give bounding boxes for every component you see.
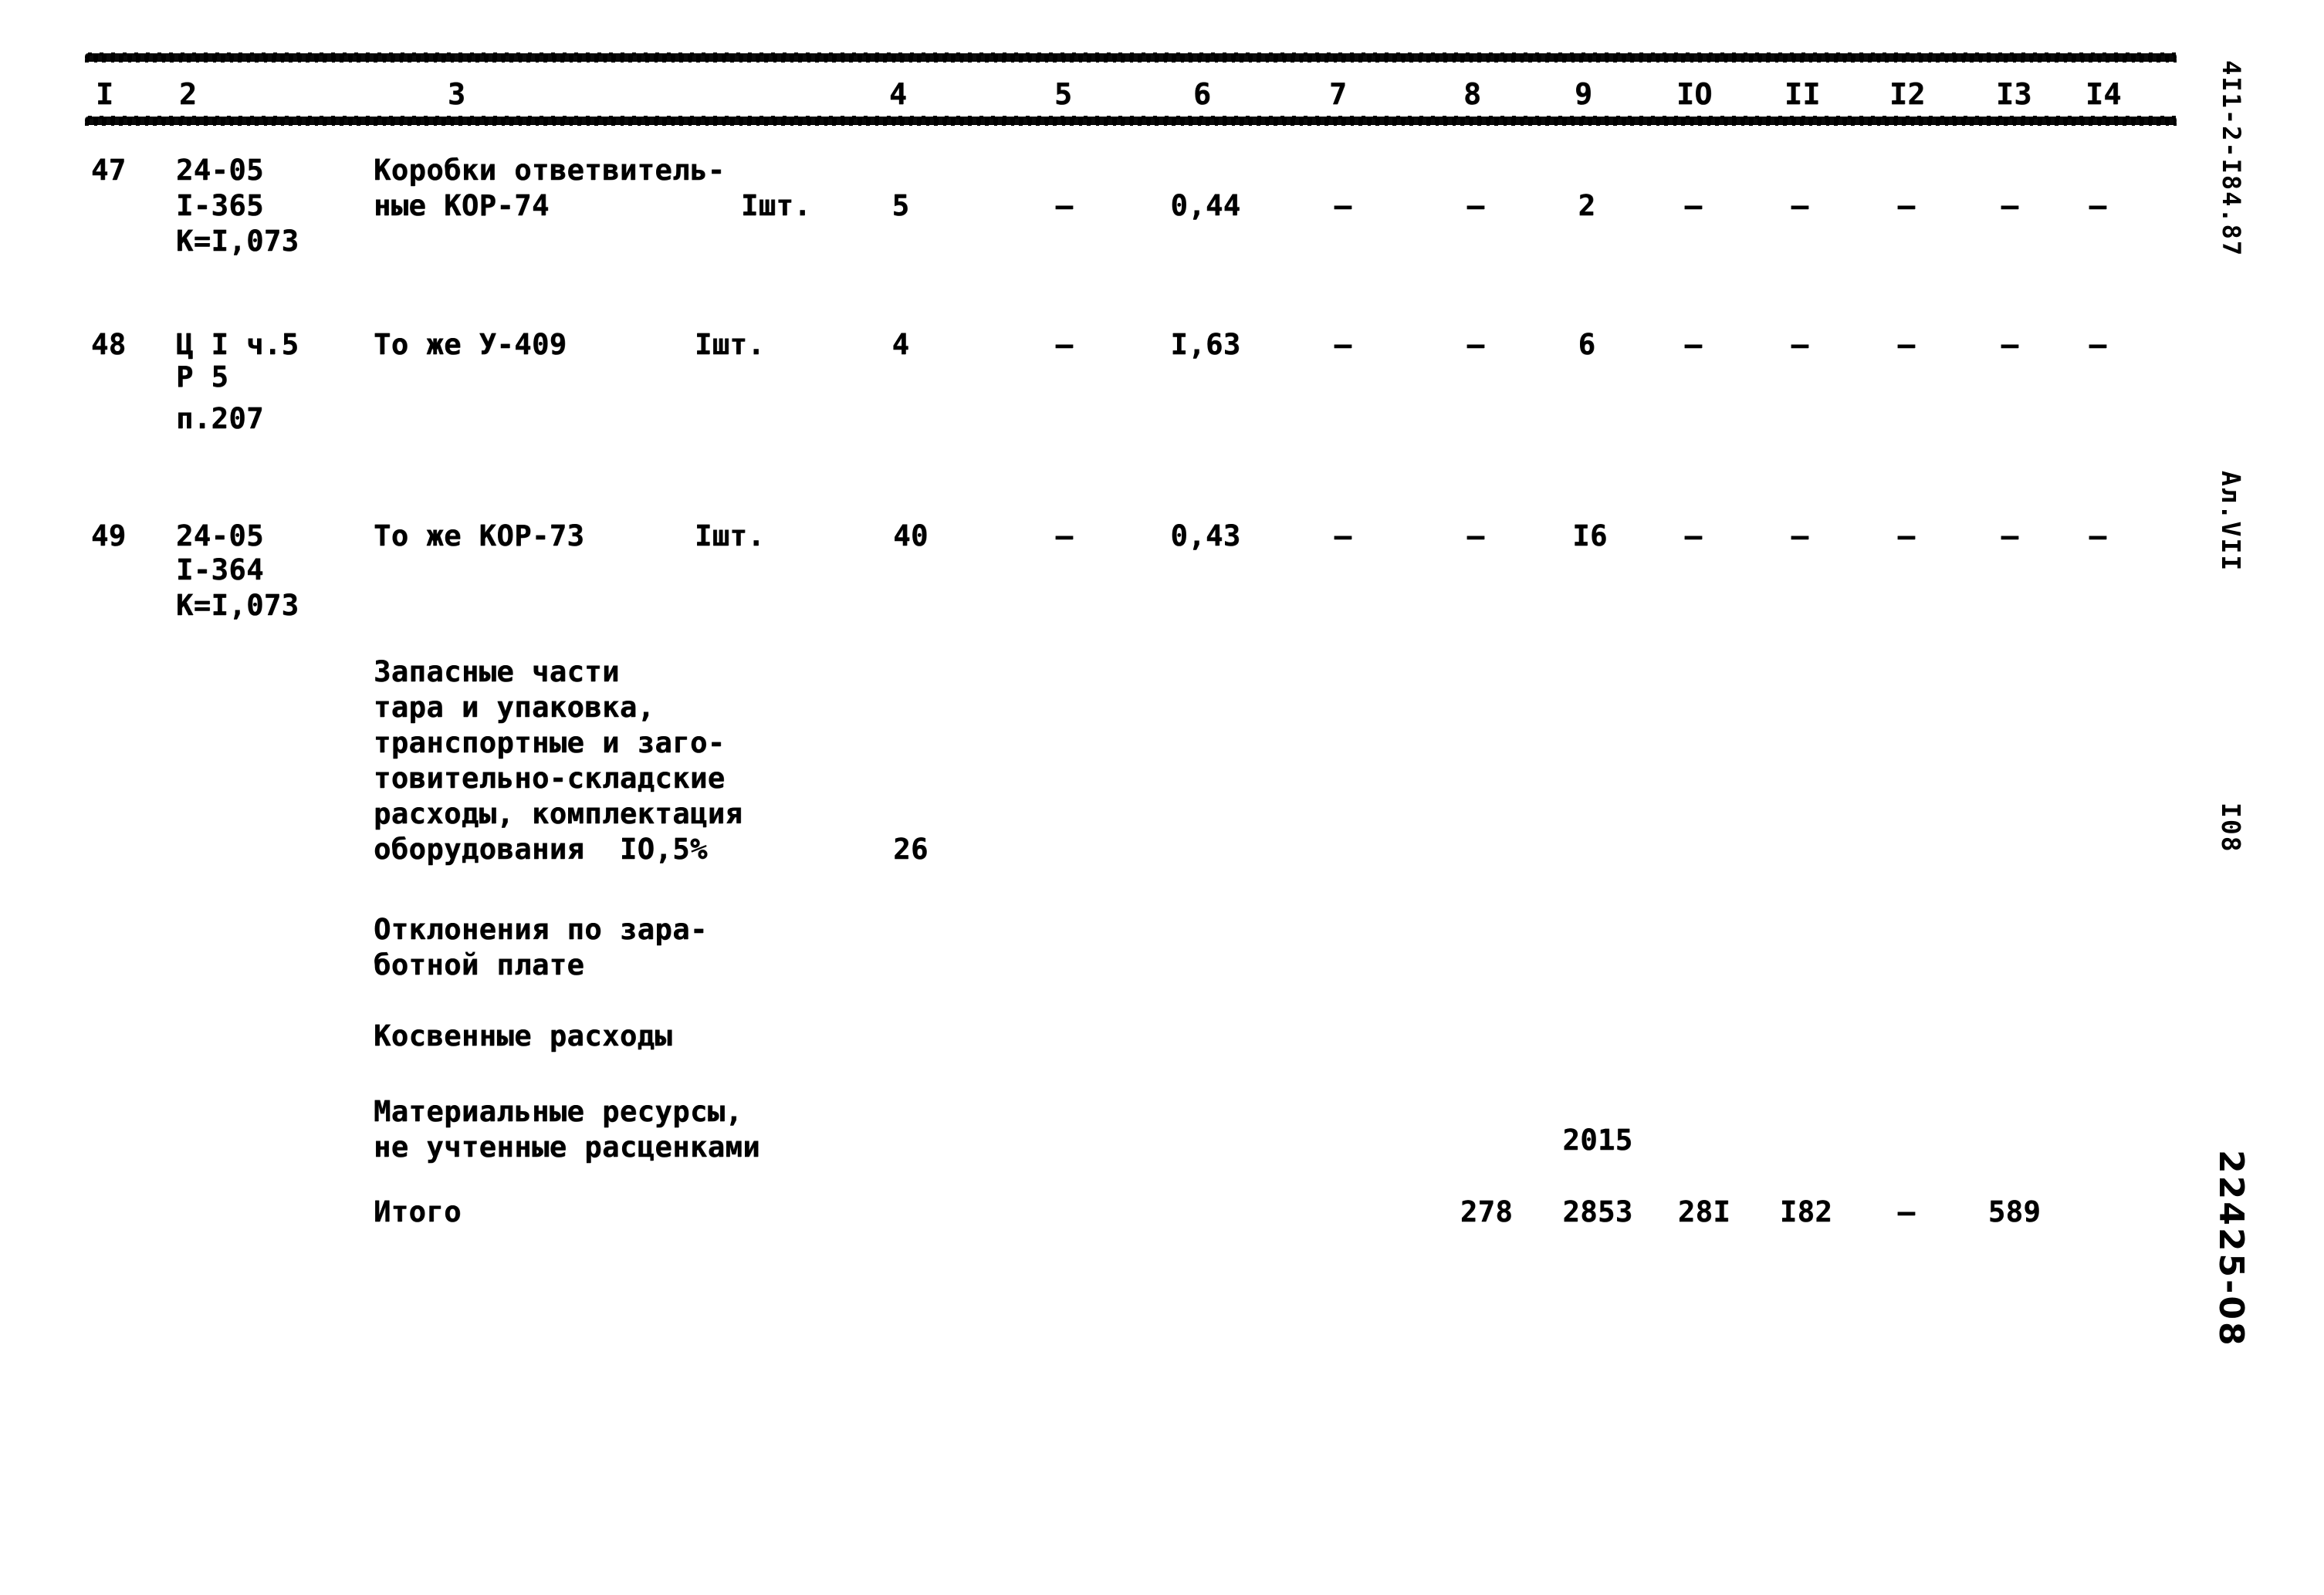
row-cell-11: – bbox=[1791, 519, 1809, 553]
row-cell-6: 0,44 bbox=[1170, 189, 1241, 222]
row-cell-5: – bbox=[1055, 519, 1074, 553]
row-cell-5: – bbox=[1055, 189, 1074, 222]
spare-parts-line-1: Запасные части bbox=[374, 655, 620, 688]
column-header-9: 9 bbox=[1575, 77, 1593, 111]
column-header-5: 5 bbox=[1054, 77, 1073, 111]
row-cell-10: – bbox=[1684, 519, 1703, 553]
row-cell-6: I,63 bbox=[1170, 328, 1241, 361]
margin-stamp-album: Ал.VII bbox=[2216, 471, 2246, 573]
row-cell-10: – bbox=[1684, 189, 1703, 222]
row-cell-9: I6 bbox=[1572, 519, 1608, 553]
total-cell-10: 28I bbox=[1677, 1195, 1731, 1228]
material-resources-line-1: Материальные ресурсы, bbox=[374, 1095, 743, 1128]
row-number: 47 bbox=[91, 154, 127, 187]
row-cell-7: – bbox=[1334, 189, 1352, 222]
row-cell-14: – bbox=[2089, 519, 2107, 553]
row-cell-14: – bbox=[2089, 328, 2107, 361]
total-label: Итого bbox=[374, 1195, 462, 1228]
column-header-12: I2 bbox=[1889, 77, 1926, 111]
row-cell-9: 6 bbox=[1578, 328, 1596, 361]
total-cell-12: – bbox=[1897, 1195, 1916, 1228]
margin-stamp-archive-code: 22425-08 bbox=[2211, 1150, 2251, 1348]
row-code-line-3: п.207 bbox=[176, 402, 264, 435]
row-cell-8: – bbox=[1466, 328, 1485, 361]
column-header-1: I bbox=[96, 77, 114, 111]
row-cell-4: 5 bbox=[891, 189, 910, 222]
row-cell-13: – bbox=[2001, 519, 2019, 553]
row-code-line-2: I-365 bbox=[176, 189, 264, 222]
column-header-4: 4 bbox=[889, 77, 908, 111]
row-code-line-1: Ц I ч.5 bbox=[176, 328, 299, 361]
spare-parts-line-3: транспортные и заго- bbox=[374, 726, 726, 759]
row-name-line-1: Коробки ответвитель- bbox=[374, 154, 726, 187]
row-cell-4: 40 bbox=[893, 519, 929, 553]
indirect-costs-line-1: Косвенные расходы bbox=[374, 1019, 673, 1053]
total-cell-13: 589 bbox=[1987, 1195, 2042, 1228]
wage-deviation-line-1: Отклонения по зара- bbox=[374, 913, 708, 946]
row-code-line-1: 24-05 bbox=[176, 154, 264, 187]
row-code-line-1: 24-05 bbox=[176, 519, 264, 553]
row-cell-7: – bbox=[1334, 519, 1352, 553]
row-cell-12: – bbox=[1897, 519, 1916, 553]
row-cell-11: – bbox=[1791, 328, 1809, 361]
wage-deviation-line-2: ботной плате bbox=[374, 948, 585, 982]
spare-parts-line-4: товительно-складские bbox=[374, 762, 726, 795]
row-code-line-3: К=I,073 bbox=[176, 589, 299, 622]
column-header-2: 2 bbox=[179, 77, 198, 111]
row-unit: Iшт. bbox=[695, 519, 766, 553]
column-header-8: 8 bbox=[1463, 77, 1482, 111]
row-unit: Iшт. bbox=[741, 189, 812, 222]
column-header-10: IO bbox=[1676, 77, 1713, 111]
row-cell-6: 0,43 bbox=[1170, 519, 1241, 553]
material-resources-line-2: не учтенные расценками bbox=[374, 1130, 761, 1164]
spare-parts-cell-4: 26 bbox=[893, 833, 929, 866]
column-header-6: 6 bbox=[1193, 77, 1212, 111]
row-name-line-1: То же У-409 bbox=[374, 328, 567, 361]
spare-parts-line-2: тара и упаковка, bbox=[374, 691, 655, 724]
row-cell-13: – bbox=[2001, 328, 2019, 361]
table-top-rule bbox=[85, 52, 2177, 63]
row-cell-11: – bbox=[1791, 189, 1809, 222]
column-header-14: I4 bbox=[2086, 77, 2122, 111]
row-cell-8: – bbox=[1466, 189, 1485, 222]
row-name-line-2: ные КОР-74 bbox=[374, 189, 550, 222]
column-header-3: 3 bbox=[448, 77, 466, 111]
row-cell-7: – bbox=[1334, 328, 1352, 361]
material-resources-cell-9: 2015 bbox=[1562, 1124, 1633, 1157]
row-code-line-2: Р 5 bbox=[176, 360, 229, 394]
column-header-13: I3 bbox=[1996, 77, 2032, 111]
row-cell-9: 2 bbox=[1578, 189, 1596, 222]
column-header-7: 7 bbox=[1329, 77, 1348, 111]
row-cell-10: – bbox=[1684, 328, 1703, 361]
row-cell-4: 4 bbox=[891, 328, 910, 361]
total-cell-11: I82 bbox=[1779, 1195, 1833, 1228]
row-number: 48 bbox=[91, 328, 127, 361]
row-cell-5: – bbox=[1055, 328, 1074, 361]
row-cell-14: – bbox=[2089, 189, 2107, 222]
margin-stamp-document-code: 4I1-2-I84.87 bbox=[2217, 60, 2246, 258]
row-cell-12: – bbox=[1897, 328, 1916, 361]
spare-parts-line-6: оборудования IO,5% bbox=[374, 833, 708, 866]
total-cell-8: 278 bbox=[1460, 1195, 1514, 1228]
document-page: I 2 3 4 5 6 7 8 9 IO II I2 I3 I4 47 24-0… bbox=[0, 0, 2324, 1595]
row-cell-13: – bbox=[2001, 189, 2019, 222]
row-name-line-1: То же КОР-73 bbox=[374, 519, 585, 553]
margin-stamp-page-number: I08 bbox=[2216, 803, 2246, 853]
row-cell-12: – bbox=[1897, 189, 1916, 222]
column-header-11: II bbox=[1784, 77, 1821, 111]
table-header-bottom-rule bbox=[85, 116, 2177, 126]
total-cell-9: 2853 bbox=[1562, 1195, 1633, 1228]
row-code-line-3: К=I,073 bbox=[176, 225, 299, 258]
row-cell-8: – bbox=[1466, 519, 1485, 553]
row-unit: Iшт. bbox=[695, 328, 766, 361]
row-code-line-2: I-364 bbox=[176, 553, 264, 586]
spare-parts-line-5: расходы, комплектация bbox=[374, 797, 743, 830]
row-number: 49 bbox=[91, 519, 127, 553]
